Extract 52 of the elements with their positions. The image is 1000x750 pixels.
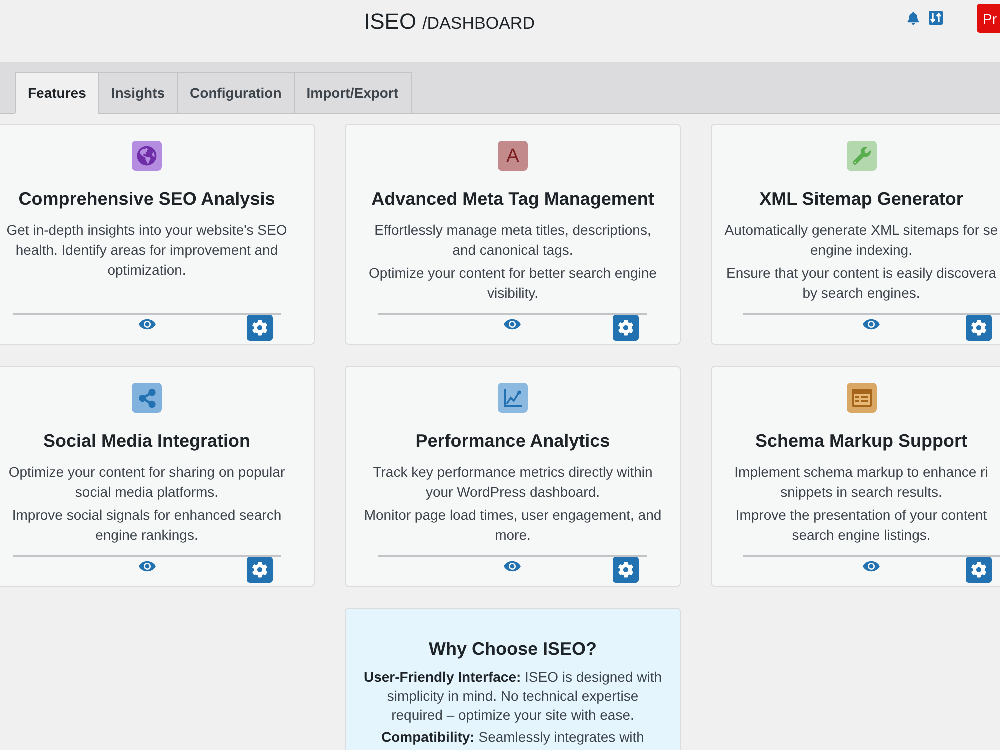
globe-icon: [132, 141, 162, 171]
info-text: Compatibility: Seamlessly integrates with: [382, 728, 644, 747]
eye-icon[interactable]: [138, 319, 156, 330]
settings-button[interactable]: [247, 557, 273, 583]
card-description: Automatically generate XML sitemaps for se engine indexing.: [724, 221, 998, 260]
card-title: Comprehensive SEO Analysis: [18, 188, 276, 211]
card-description: Optimize your content for sharing on popular social media platforms.: [8, 463, 286, 502]
sort-icon[interactable]: [929, 11, 943, 25]
settings-icon: [971, 562, 987, 578]
card-description: Monitor page load times, user engagement, and more.: [364, 506, 662, 545]
card-title: Performance Analytics: [416, 430, 610, 453]
card-description: Track key performance metrics directly within your WordPress dashboard.: [373, 463, 653, 502]
card-description: Ensure that your content is easily discovera by search engines.: [726, 264, 997, 303]
card-description: Improve social signals for enhanced search engine rankings.: [12, 506, 282, 545]
eye-icon[interactable]: [504, 561, 521, 572]
card-description: Implement schema markup to enhance ri snippets in search results.: [734, 463, 988, 502]
tab[interactable]: Features: [15, 72, 100, 114]
settings-button[interactable]: [247, 315, 273, 341]
settings-button[interactable]: [966, 315, 992, 341]
settings-button[interactable]: [966, 557, 992, 583]
card-description: Effortlessly manage meta titles, descriptions, and canonical tags.: [374, 221, 652, 260]
action-button[interactable]: Pr: [977, 4, 1000, 33]
card-title: Why Choose ISEO?: [428, 638, 597, 661]
settings-icon: [618, 562, 634, 578]
layout-icon: [846, 383, 876, 413]
card-title: Advanced Meta Tag Management: [372, 188, 654, 211]
card-description: Get in-depth insights into your website's SEO health. Identify areas for improvement and optimization.: [6, 221, 288, 280]
card-description: Improve the presentation of your content search engine listings.: [736, 506, 988, 545]
bell-icon[interactable]: [907, 12, 920, 24]
page-subtitle: /DASHBOARD: [422, 13, 535, 35]
settings-icon: [618, 320, 634, 336]
settings-icon: [252, 320, 268, 336]
info-text: User-Friendly Interface: ISEO is designed with simplicity in mind. No technical expertise required – optimize your site with ease.: [364, 668, 662, 725]
line-chart-icon: [498, 383, 528, 413]
wrench-icon: [846, 141, 876, 171]
card-description: Optimize your content for better search engine visibility.: [369, 264, 657, 303]
settings-icon: [252, 562, 268, 578]
share-icon: [132, 383, 162, 413]
settings-icon: [971, 320, 987, 336]
card-title: Social Media Integration: [43, 430, 251, 453]
card-title: XML Sitemap Generator: [760, 188, 964, 211]
settings-button[interactable]: [613, 315, 639, 341]
letter-icon: A: [498, 141, 528, 171]
eye-icon[interactable]: [863, 319, 880, 330]
app-title: ISEO: [364, 9, 417, 35]
card-title: Schema Markup Support: [755, 430, 968, 453]
tab[interactable]: Import/Export: [294, 72, 412, 114]
settings-button[interactable]: [613, 557, 639, 583]
eye-icon[interactable]: [863, 561, 880, 572]
eye-icon[interactable]: [138, 561, 156, 572]
eye-icon[interactable]: [504, 319, 521, 330]
tab[interactable]: Insights: [98, 72, 178, 114]
